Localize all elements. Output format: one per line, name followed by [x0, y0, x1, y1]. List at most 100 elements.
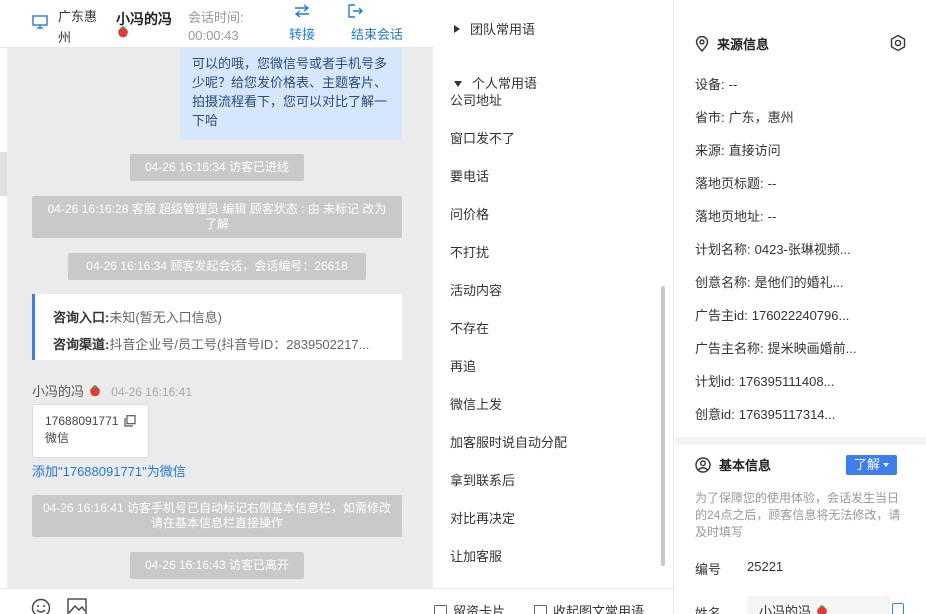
- source-field-value: 是他们的婚礼...: [754, 275, 844, 290]
- channel-value: 抖音企业号/员工号(抖音号ID：2839502217...: [109, 337, 370, 352]
- id-label: 编号: [695, 562, 722, 577]
- phone-card[interactable]: 17688091771 微信: [32, 404, 149, 458]
- system-message: 04-26 16:16:43 访客已离开: [130, 552, 304, 579]
- source-field-value: 直接访问: [728, 143, 781, 158]
- visitor-region: 广东惠州: [58, 9, 98, 45]
- transfer-button[interactable]: 转接: [287, 4, 317, 43]
- visitor-message-time: 04-26 16:16:41: [111, 385, 193, 399]
- channel-row: 咨询渠道:抖音企业号/员工号(抖音号ID：2839502217...: [53, 331, 390, 358]
- phrase-item[interactable]: 不打扰: [450, 234, 660, 272]
- id-value: 25221: [747, 559, 784, 574]
- system-message: 04-26 16:16:41 访客手机号已自动标记右侧基本信息栏，如需修改请在基…: [32, 495, 402, 537]
- edit-icon[interactable]: [892, 603, 904, 614]
- phone-number: 17688091771: [45, 414, 119, 428]
- end-session-label: 结束会话: [350, 27, 403, 42]
- source-field: 广告主id: 176022240796...: [695, 305, 920, 324]
- phone-type: 微信: [45, 431, 70, 445]
- phrase-item[interactable]: 公司地址: [450, 92, 660, 120]
- end-session-button[interactable]: 结束会话: [348, 4, 406, 43]
- status-dropdown-label: 了解: [853, 457, 880, 472]
- name-label: 姓名: [695, 606, 722, 614]
- chat-messages[interactable]: 可以的哦，您微信号或者手机号多少呢？给您发价格表、主题客片、拍摄流程看下，您可以…: [0, 48, 433, 588]
- source-field: 计划名称: 0423-张琳视频...: [695, 239, 920, 258]
- status-dropdown[interactable]: 了解: [846, 455, 897, 475]
- caret-down-icon: [454, 81, 462, 87]
- session-time-label: 会话时间:: [188, 10, 244, 25]
- channel-label: 咨询渠道:: [53, 337, 110, 352]
- name-field[interactable]: 小冯的冯: [747, 596, 890, 614]
- source-field-value: 176395117314...: [738, 407, 836, 422]
- source-field-label: 广告主id:: [695, 308, 748, 323]
- chat-gutter: [0, 48, 7, 588]
- caret-right-icon: [454, 25, 460, 33]
- phrase-list: 公司地址 窗口发不了 要电话 问价格 不打扰 活动内容 不存在 再追 微信上发 加客服时说自动分配…: [450, 92, 660, 572]
- basic-info-label: 基本信息: [719, 458, 772, 473]
- phrase-item[interactable]: 再追: [450, 348, 660, 386]
- source-field-value: 176022240796...: [751, 308, 850, 323]
- visitor-info-panel: 来源信息 设备: -- 省市: 广东，惠州 来源: 直接访问 落地页标题: -- 落地页地址: -…: [675, 0, 926, 614]
- source-field: 设备: --: [695, 74, 920, 93]
- emoji-icon[interactable]: [31, 598, 51, 614]
- phrase-item[interactable]: 窗口发不了: [450, 120, 660, 158]
- lead-card-label: 留资卡片: [453, 604, 506, 614]
- source-field: 来源: 直接访问: [695, 140, 920, 159]
- settings-icon[interactable]: [889, 34, 907, 52]
- entry-row: 咨询入口:未知(暂无入口信息): [53, 304, 390, 331]
- team-phrases-group[interactable]: 团队常用语: [434, 19, 673, 38]
- copy-icon[interactable]: [124, 415, 136, 427]
- chat-toolbar: [0, 588, 433, 614]
- source-field-value: 176395111408...: [738, 374, 835, 389]
- source-info-title: 来源信息: [695, 34, 769, 53]
- source-field-value: --: [728, 77, 738, 92]
- phrase-scrollbar[interactable]: [661, 286, 665, 566]
- personal-group-label: 个人常用语: [472, 76, 538, 91]
- phrase-item[interactable]: 不存在: [450, 310, 660, 348]
- phrase-item[interactable]: 让加客服: [450, 538, 660, 572]
- collapse-phrases-button[interactable]: 收起图文常用语: [534, 601, 644, 614]
- transfer-icon: [294, 4, 310, 18]
- phrase-item[interactable]: 拿到联系后: [450, 462, 660, 500]
- source-field-label: 广告主名称:: [695, 341, 764, 356]
- session-time: 00:00:43: [188, 28, 239, 43]
- personal-phrases-group[interactable]: 个人常用语: [434, 73, 673, 93]
- source-field: 创意名称: 是他们的婚礼...: [695, 272, 920, 291]
- source-field: 落地页地址: --: [695, 206, 920, 225]
- add-wechat-link[interactable]: 添加"17688091771"为微信: [32, 461, 186, 480]
- phrase-item[interactable]: 要电话: [450, 158, 660, 196]
- source-field-label: 落地页地址:: [695, 209, 764, 224]
- phrase-item[interactable]: 活动内容: [450, 272, 660, 310]
- phrase-item[interactable]: 问价格: [450, 196, 660, 234]
- section-divider: [675, 437, 926, 445]
- source-field: 计划id: 176395111408...: [695, 371, 920, 390]
- source-field-value: --: [767, 176, 777, 191]
- basic-info-title: 基本信息: [695, 455, 771, 474]
- strawberry-icon: [816, 605, 827, 614]
- team-group-label: 团队常用语: [470, 22, 536, 37]
- source-field-label: 计划名称:: [695, 242, 751, 257]
- card-icon: [434, 605, 447, 614]
- document-icon: [534, 605, 547, 614]
- phrase-item[interactable]: 加客服时说自动分配: [450, 424, 660, 462]
- source-field: 落地页标题: --: [695, 173, 920, 192]
- source-field: 创意id: 176395117314...: [695, 404, 920, 423]
- visitor-message-meta: 小冯的冯 04-26 16:16:41: [32, 381, 192, 400]
- agent-message: 可以的哦，您微信号或者手机号多少呢？给您发价格表、主题客片、拍摄流程看下，您可以…: [180, 48, 402, 140]
- phrase-item[interactable]: 对比再决定: [450, 500, 660, 538]
- exit-icon: [348, 4, 363, 18]
- source-field-label: 省市:: [695, 110, 725, 125]
- caret-down-icon: [883, 463, 889, 467]
- lead-card-button[interactable]: 留资卡片: [434, 601, 505, 614]
- phrase-item[interactable]: 微信上发: [450, 386, 660, 424]
- chat-header: 广东惠州 小冯的冯 会话时间: 00:00:43 转接 结束会话: [0, 0, 433, 48]
- source-field-value: 提米映画婚前...: [767, 341, 857, 356]
- source-field-label: 创意名称:: [695, 275, 751, 290]
- phrase-list-viewport[interactable]: 公司地址 窗口发不了 要电话 问价格 不打扰 活动内容 不存在 再追 微信上发 加客服时说自动分配…: [434, 92, 673, 572]
- entry-value: 未知(暂无入口信息): [109, 310, 223, 325]
- source-field-label: 落地页标题:: [695, 176, 764, 191]
- edit-notice: 为了保障您的使用体验，会话发生当日的24点之后，顾客信息将无法修改，请及时填写: [695, 491, 901, 539]
- chat-panel: 广东惠州 小冯的冯 会话时间: 00:00:43 转接 结束会话 可以的哦，您微…: [0, 0, 433, 614]
- image-icon[interactable]: [67, 598, 87, 614]
- collapse-phrases-label: 收起图文常用语: [553, 604, 645, 614]
- strawberry-icon: [118, 26, 128, 38]
- source-field: 省市: 广东，惠州: [695, 107, 920, 126]
